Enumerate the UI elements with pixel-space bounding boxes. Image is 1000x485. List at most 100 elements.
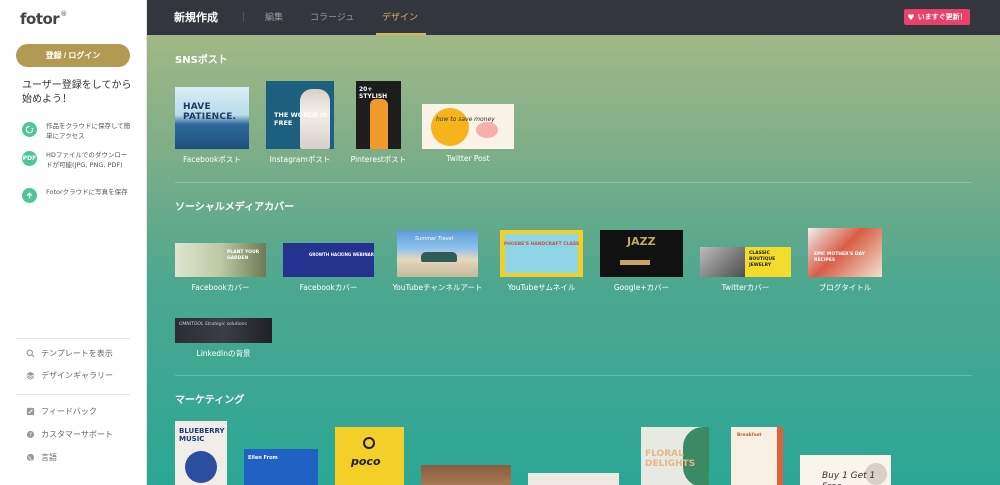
thumbnail-text: GROWTH HACKING WEBINAR [309, 252, 374, 257]
section-title-marketing: マーケティング [175, 395, 245, 406]
template-thumbnail: THE WORLD IS FREE [266, 81, 334, 149]
sidebar-link-label: テンプレートを表示 [41, 349, 113, 358]
coin-circle [431, 108, 469, 146]
thumbnail-text: Summer Travel [415, 236, 454, 242]
template-thumbnail: OMNITOOL Strategic solutions [175, 318, 272, 343]
template-thumbnail: Buy 1 Get 1 Free [800, 455, 891, 485]
page-title: 新規作成 [174, 11, 218, 24]
thumbnail-text: poco [351, 455, 381, 468]
tab-collage[interactable]: コラージュ [310, 10, 354, 23]
template-thumbnail: Summer Travel [397, 230, 478, 277]
sidebar-link-label: 言語 [41, 453, 57, 462]
sidebar: fotor® 登録 / ログイン ユーザー登録をしてから始めよう！ 作品をクラウ… [0, 0, 147, 485]
thumbnail-text: PLANT YOUR GARDEN [227, 250, 260, 261]
sidebar-link-customer-support[interactable]: ? カスタマーサポート [25, 429, 113, 440]
template-thumbnail: PHOEBE'S HANDCRAFT CLASS [500, 230, 583, 277]
template-caption: YouTubeサムネイル [507, 283, 576, 292]
top-navigation-bar: 新規作成 編集 コラージュ デザイン ♥ いますぐ更新！ [147, 0, 1000, 35]
blueberry-image [185, 451, 217, 483]
template-caption: Google+カバー [613, 283, 670, 292]
thumbnail-text: JAZZ [627, 235, 656, 248]
feedback-icon [25, 407, 35, 417]
thumbnail-text: THE WORLD IS FREE [274, 111, 328, 127]
sidebar-link-feedback[interactable]: フィードバック [25, 406, 97, 417]
logo-ring [363, 437, 375, 449]
template-thumbnail: FLORAL DELIGHTS [641, 427, 709, 485]
feature-cloud-save: 作品をクラウドに保存して簡単にアクセス [22, 121, 132, 141]
sidebar-link-label: カスタマーサポート [41, 430, 113, 439]
template-thumbnail: BLUEBERRY MUSIC [175, 421, 227, 485]
svg-text:?: ? [29, 432, 32, 438]
template-caption: YouTubeチャンネルアート [392, 283, 483, 292]
signup-promo-text: ユーザー登録をしてから始めよう！ [22, 80, 132, 105]
template-caption: ブログタイトル [818, 283, 872, 292]
template-thumbnail [421, 465, 511, 485]
section-title-social-media-covers: ソーシャルメディアカバー [175, 202, 295, 213]
template-thumbnail: 20+ STYLISH [356, 81, 401, 149]
template-caption: Twitter Post [446, 154, 490, 163]
thumbnail-text: Ellen From [248, 455, 278, 461]
thumbnail-text: OMNITOOL Strategic solutions [179, 322, 247, 327]
feature-text: HDファイルでのダウンロードが可能(JPG, PNG, PDF) [46, 151, 128, 169]
model-figure [370, 99, 388, 149]
template-thumbnail: JAZZ [600, 230, 683, 277]
sidebar-link-language[interactable]: 言語 [25, 452, 57, 463]
template-thumbnail: PLANT YOUR GARDEN [175, 243, 266, 277]
piggy-bank-image [476, 122, 498, 138]
template-thumbnail: HAVE PATIENCE. [175, 87, 249, 149]
section-title-sns-posts: SNSポスト [175, 55, 228, 66]
template-caption: Twitterカバー [721, 283, 770, 292]
sidebar-link-label: フィードバック [41, 407, 97, 416]
template-thumbnail: EPIC MOTHER'S DAY RECIPES [808, 228, 882, 277]
thumbnail-text: EPIC MOTHER'S DAY RECIPES [814, 252, 865, 263]
section-divider [175, 375, 972, 376]
thumbnail-text: BLUEBERRY MUSIC [179, 427, 225, 443]
sidebar-link-view-templates[interactable]: テンプレートを表示 [25, 348, 113, 359]
search-icon [25, 349, 35, 359]
thumbnail-text: 20+ STYLISH [359, 86, 388, 100]
template-thumbnail: GROWTH HACKING WEBINAR [283, 243, 374, 277]
pdf-icon: PDF [22, 151, 37, 166]
template-caption: Facebookカバー [299, 283, 358, 292]
thumbnail-text: CLASSIC BOUTIQUE JEWELRY [749, 251, 776, 268]
thumbnail-text: HAVE PATIENCE. [183, 102, 237, 122]
template-caption: Pinterestポスト [350, 155, 407, 164]
thumbnail-text: FLORAL DELIGHTS [645, 449, 696, 469]
fotor-logo[interactable]: fotor® [20, 10, 67, 28]
template-thumbnail: Breakfast [731, 427, 783, 485]
template-thumbnail: Ellen From [244, 449, 318, 485]
tab-edit[interactable]: 編集 [265, 10, 283, 23]
feature-cloud-storage: Fotorクラウドに写真を保存 [22, 187, 132, 203]
template-thumbnail: CLASSIC BOUTIQUE JEWELRY [700, 247, 791, 277]
car-image [421, 252, 457, 262]
feature-text: 作品をクラウドに保存して簡単にアクセス [46, 122, 131, 140]
thumbnail-text: Breakfast [737, 433, 762, 438]
feature-text: Fotorクラウドに写真を保存 [46, 188, 128, 196]
template-thumbnail [528, 473, 619, 485]
template-caption: LinkedInの背景 [196, 349, 251, 358]
jewelry-photo [700, 247, 745, 277]
template-thumbnail: how to save money [422, 104, 514, 149]
upgrade-label: いますぐ更新！ [917, 13, 967, 21]
template-caption: Facebookポスト [183, 155, 241, 164]
thumbnail-text: Buy 1 Get 1 Free [822, 471, 876, 485]
template-gallery: SNSポスト HAVE PATIENCE. Facebookポスト THE WO… [147, 35, 1000, 485]
thumbnail-text: how to save money [436, 116, 495, 123]
template-thumbnail: poco [335, 427, 404, 485]
section-divider [175, 182, 972, 183]
sidebar-divider [16, 338, 130, 339]
sidebar-divider [16, 394, 130, 395]
logo-registered-mark: ® [60, 10, 67, 18]
template-caption: Facebookカバー [191, 283, 250, 292]
logo-text: fotor [20, 10, 60, 28]
thumbnail-panel [505, 234, 578, 273]
sidebar-link-design-gallery[interactable]: デザインギャラリー [25, 370, 113, 381]
upgrade-now-button[interactable]: ♥ いますぐ更新！ [904, 9, 970, 25]
sidebar-link-label: デザインギャラリー [41, 371, 113, 380]
tab-design[interactable]: デザイン [382, 10, 418, 23]
signup-login-button[interactable]: 登録 / ログイン [16, 44, 130, 67]
title-separator [243, 12, 244, 22]
language-icon [25, 453, 35, 463]
thumbnail-accent-bar [777, 427, 783, 485]
thumbnail-accent-bar [620, 260, 650, 265]
